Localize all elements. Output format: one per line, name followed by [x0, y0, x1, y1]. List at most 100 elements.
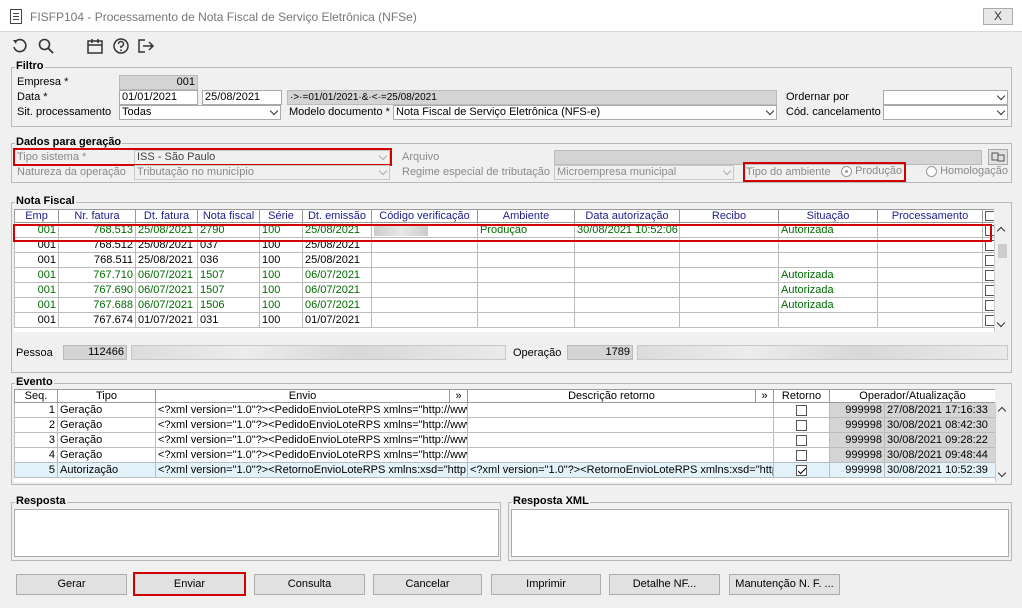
select-all-checkbox[interactable]: [985, 211, 994, 222]
col-data-autorizacao[interactable]: Data autorização: [574, 209, 680, 223]
table-row[interactable]: 001 767.688 06/07/2021 1506 100 06/07/20…: [14, 297, 994, 313]
cell-select[interactable]: [982, 282, 994, 298]
resposta-textarea[interactable]: [14, 509, 499, 557]
homologacao-radio[interactable]: Homologação: [926, 165, 1008, 177]
tipo-ambiente-highlight: [743, 162, 906, 182]
table-row[interactable]: 001 767.690 06/07/2021 1507 100 06/07/20…: [14, 282, 994, 298]
scroll-up-icon[interactable]: [996, 226, 1006, 236]
empresa-field[interactable]: 001: [119, 75, 198, 90]
pessoa-code-field[interactable]: 112466: [63, 345, 127, 360]
row-checkbox[interactable]: [985, 314, 994, 326]
imprimir-button[interactable]: Imprimir: [491, 574, 601, 595]
row-checkbox[interactable]: [985, 299, 994, 311]
table-row[interactable]: 3 Geração <?xml version="1.0"?><PedidoEn…: [14, 432, 995, 448]
col-situacao[interactable]: Situação: [778, 209, 878, 223]
natureza-operacao-select[interactable]: Tributação no município: [134, 165, 390, 180]
gerar-button[interactable]: Gerar: [16, 574, 127, 595]
table-row[interactable]: 4 Geração <?xml version="1.0"?><PedidoEn…: [14, 447, 995, 463]
retorno-checkbox[interactable]: [796, 419, 807, 431]
col-serie[interactable]: Série: [259, 209, 303, 223]
col-emp[interactable]: Emp: [14, 209, 59, 223]
cell-retorno[interactable]: [773, 417, 830, 433]
col-nr-fatura[interactable]: Nr. fatura: [58, 209, 136, 223]
cell-recibo: [679, 312, 779, 328]
table-row[interactable]: 1 Geração <?xml version="1.0"?><PedidoEn…: [14, 402, 995, 418]
scroll-thumb[interactable]: [998, 244, 1007, 258]
nota-fiscal-scrollbar[interactable]: [994, 224, 1009, 332]
col-descricao-retorno[interactable]: Descrição retorno: [467, 389, 756, 403]
cod-cancelamento-select[interactable]: [883, 105, 1008, 120]
cell-descricao-retorno: <?xml version="1.0"?><RetornoEnvioLoteRP…: [467, 462, 774, 478]
cell-select[interactable]: [982, 297, 994, 313]
cell-retorno[interactable]: [773, 447, 830, 463]
retorno-checkbox[interactable]: [796, 404, 807, 416]
help-icon[interactable]: [111, 36, 131, 56]
cell-dt-fatura: 06/07/2021: [135, 297, 198, 313]
col-processamento[interactable]: Processamento: [877, 209, 983, 223]
undo-icon[interactable]: [10, 36, 30, 56]
table-row[interactable]: 001 767.710 06/07/2021 1507 100 06/07/20…: [14, 267, 994, 283]
cell-nr-fatura: 767.710: [58, 267, 136, 283]
col-ambiente[interactable]: Ambiente: [477, 209, 575, 223]
data-to-field[interactable]: 25/08/2021: [202, 90, 282, 105]
row-checkbox[interactable]: [985, 254, 994, 266]
cell-nota-fiscal: 1506: [197, 297, 260, 313]
evento-scrollbar[interactable]: [995, 404, 1009, 482]
cell-operador: 999998: [829, 432, 885, 448]
close-button[interactable]: X: [983, 8, 1013, 25]
table-row[interactable]: 001 768.511 25/08/2021 036 100 25/08/202…: [14, 252, 994, 268]
enviar-button[interactable]: Enviar: [133, 572, 246, 596]
cell-select[interactable]: [982, 312, 994, 328]
table-row[interactable]: 001 767.674 01/07/2021 031 100 01/07/202…: [14, 312, 994, 328]
detalhe-nf-button[interactable]: Detalhe NF...: [609, 574, 720, 595]
col-envio[interactable]: Envio: [155, 389, 450, 403]
chevron-down-icon: [765, 106, 775, 116]
retorno-checkbox[interactable]: [796, 449, 807, 461]
cell-codigo-verificacao: [371, 252, 478, 268]
col-tipo[interactable]: Tipo: [57, 389, 156, 403]
search-icon[interactable]: [36, 36, 56, 56]
operacao-code-field[interactable]: 1789: [567, 345, 633, 360]
evento-grid[interactable]: Seq. Tipo Envio » Descrição retorno » Re…: [14, 389, 995, 482]
expand-envio-button[interactable]: »: [449, 389, 468, 403]
col-retorno[interactable]: Retorno: [773, 389, 830, 403]
col-nota-fiscal[interactable]: Nota fiscal: [197, 209, 260, 223]
col-select-all[interactable]: [982, 209, 994, 223]
col-codigo-verificacao[interactable]: Código verificação: [371, 209, 478, 223]
cell-retorno[interactable]: [773, 462, 830, 478]
cell-select[interactable]: [982, 267, 994, 283]
col-recibo[interactable]: Recibo: [679, 209, 779, 223]
consulta-button[interactable]: Consulta: [254, 574, 365, 595]
calendar-icon[interactable]: [85, 36, 105, 56]
col-dt-emissao[interactable]: Dt. emissão: [302, 209, 372, 223]
col-operador-atualizacao[interactable]: Operador/Atualização: [829, 389, 995, 403]
cell-recibo: [679, 252, 779, 268]
sit-processamento-select[interactable]: Todas: [119, 105, 281, 120]
col-seq[interactable]: Seq.: [14, 389, 58, 403]
table-row[interactable]: 5 Autorização <?xml version="1.0"?><Reto…: [14, 462, 995, 478]
modelo-documento-select[interactable]: Nota Fiscal de Serviço Eletrônica (NFS-e…: [393, 105, 777, 120]
manutencao-nf-button[interactable]: Manutenção N. F. ...: [729, 574, 840, 595]
table-row[interactable]: 2 Geração <?xml version="1.0"?><PedidoEn…: [14, 417, 995, 433]
expand-retorno-button[interactable]: »: [755, 389, 774, 403]
exit-icon[interactable]: [136, 36, 156, 56]
row-checkbox[interactable]: [985, 269, 994, 281]
row-checkbox[interactable]: [985, 284, 994, 296]
resposta-xml-textarea[interactable]: [511, 509, 1009, 557]
scroll-down-icon[interactable]: [997, 468, 1007, 478]
cancelar-button[interactable]: Cancelar: [373, 574, 482, 595]
cell-codigo-verificacao: [371, 267, 478, 283]
scroll-up-icon[interactable]: [997, 406, 1007, 416]
regime-especial-select[interactable]: Microempresa municipal: [554, 165, 734, 180]
cell-retorno[interactable]: [773, 432, 830, 448]
scroll-down-icon[interactable]: [996, 318, 1006, 328]
retorno-checkbox-checked[interactable]: [796, 464, 807, 476]
cell-retorno[interactable]: [773, 402, 830, 418]
data-from-field[interactable]: 01/01/2021: [119, 90, 198, 105]
retorno-checkbox[interactable]: [796, 434, 807, 446]
col-dt-fatura[interactable]: Dt. fatura: [135, 209, 198, 223]
cell-select[interactable]: [982, 252, 994, 268]
ordenar-select[interactable]: [883, 90, 1008, 105]
browse-file-icon[interactable]: [988, 149, 1008, 165]
data-label: Data *: [17, 91, 48, 103]
